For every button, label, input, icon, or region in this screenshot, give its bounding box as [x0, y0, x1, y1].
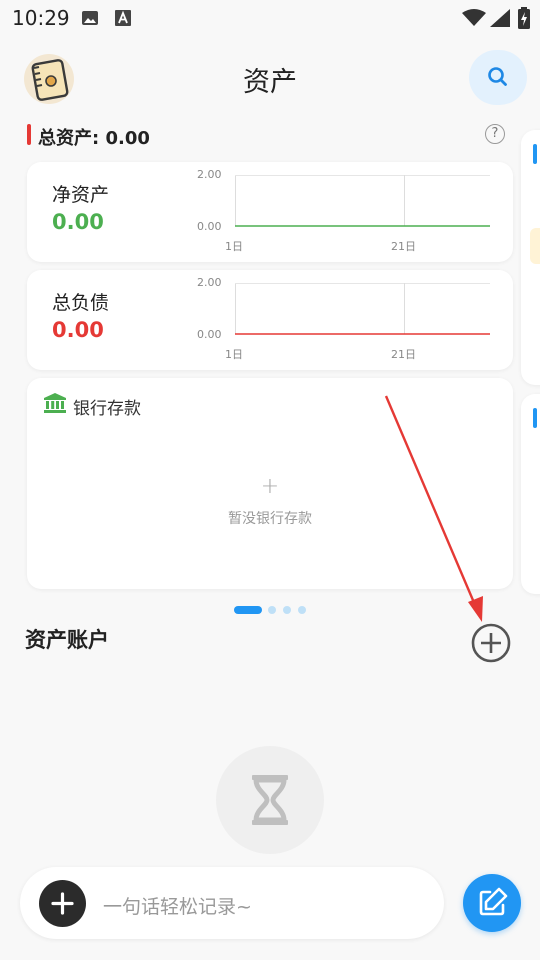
plus-icon	[51, 892, 74, 915]
bank-icon	[44, 393, 66, 413]
wifi-icon	[462, 9, 486, 31]
edit-icon	[479, 887, 508, 916]
quick-record-input[interactable]: 一句话轻松记录~	[103, 892, 252, 919]
total-liabilities-card[interactable]: 总负债 0.00 2.00 0.00 1日 21日	[27, 270, 513, 370]
total-liabilities-chart	[235, 283, 490, 335]
liab-y-min-label: 0.00	[197, 328, 222, 341]
page-indicator-active	[234, 606, 262, 614]
text-notification-icon	[115, 9, 131, 31]
search-icon	[488, 67, 507, 86]
next-card-peek[interactable]	[521, 130, 540, 385]
quick-add-button[interactable]	[39, 880, 86, 927]
next-card-marker	[533, 144, 537, 164]
net-y-min-label: 0.00	[197, 220, 222, 233]
liab-x-start-label: 1日	[225, 348, 243, 361]
help-icon[interactable]: ?	[485, 124, 505, 144]
net-assets-card[interactable]: 净资产 0.00 2.00 0.00 1日 21日	[27, 162, 513, 262]
net-assets-chart	[235, 175, 490, 227]
page-title: 资产	[243, 67, 297, 98]
gallery-notification-icon	[81, 9, 99, 31]
asset-accounts-title: 资产账户	[25, 628, 109, 652]
edit-record-button[interactable]	[463, 874, 521, 932]
liab-x-end-label: 21日	[391, 348, 416, 361]
page-indicator-dot	[268, 606, 276, 614]
status-time: 10:29	[12, 6, 70, 30]
net-x-end-label: 21日	[391, 240, 416, 253]
bank-deposit-title: 银行存款	[73, 399, 141, 419]
quick-record-bar: 一句话轻松记录~	[20, 867, 444, 939]
empty-state-placeholder	[216, 746, 324, 854]
next-card-peek-2[interactable]	[521, 394, 540, 594]
cellular-signal-icon	[490, 9, 510, 31]
net-x-start-label: 1日	[225, 240, 243, 253]
next-card-highlight	[530, 228, 540, 264]
page-indicator-dot	[283, 606, 291, 614]
annotation-arrow	[384, 395, 483, 622]
total-liabilities-label: 总负债	[52, 292, 110, 314]
liab-y-max-label: 2.00	[197, 276, 222, 289]
battery-charging-icon	[518, 7, 530, 33]
page-indicator-dot	[298, 606, 306, 614]
total-assets-label: 总资产: 0.00	[38, 128, 150, 149]
total-assets-marker	[27, 124, 31, 145]
net-y-max-label: 2.00	[197, 168, 222, 181]
net-assets-label: 净资产	[52, 184, 110, 206]
hourglass-icon	[252, 775, 288, 825]
next-card-2-marker	[533, 408, 537, 428]
search-button[interactable]	[469, 50, 527, 105]
total-liabilities-value: 0.00	[52, 318, 104, 342]
net-assets-value: 0.00	[52, 210, 104, 234]
